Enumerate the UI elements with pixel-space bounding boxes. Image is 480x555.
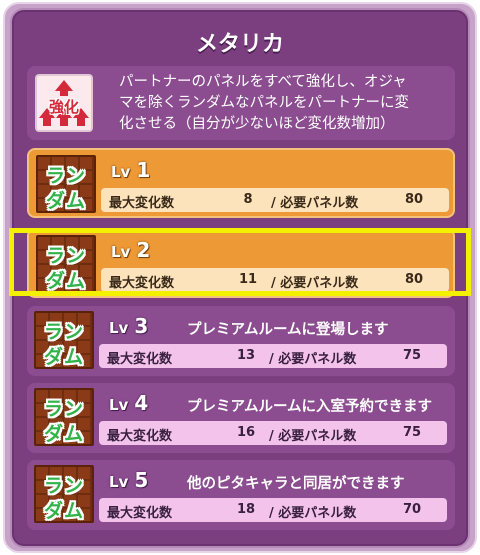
max-change-value: 18 [236, 502, 256, 517]
max-change-value: 8 [243, 192, 253, 207]
random-label-line2: ダム [43, 423, 84, 445]
random-label-line2: ダム [43, 500, 84, 522]
level-row-1: ラン ダム Lv 1 最大変化数 8 / 必要パネル数 80 [27, 148, 455, 218]
level-stats: 最大変化数 13 / 必要パネル数 75 [99, 344, 447, 368]
random-label-line1: ラン [43, 475, 84, 497]
lv-label: Lv [109, 473, 129, 491]
lv-label: Lv [111, 163, 131, 181]
skill-description-box: 強化 パートナーのパネルをすべて強化し、オジャ マを除くランダムなパネルをパート… [27, 66, 455, 140]
power-up-icon: 強化 [35, 74, 93, 132]
lv-number: 4 [134, 391, 149, 415]
random-panel-icon: ラン ダム [34, 465, 94, 523]
random-label-line2: ダム [45, 190, 86, 212]
lv-number: 3 [134, 314, 149, 338]
required-panels-label: / 必要パネル数 [269, 429, 357, 444]
description-line: マを除くランダムなパネルをパートナーに変 [119, 95, 409, 111]
max-change-label: 最大変化数 [107, 429, 173, 444]
lv-number: 5 [134, 468, 149, 492]
random-panel-icon: ラン ダム [36, 155, 96, 213]
max-change-label: 最大変化数 [107, 352, 173, 367]
random-label-line2: ダム [43, 346, 84, 368]
required-panels-label: / 必要パネル数 [271, 196, 359, 211]
page-title: メタリカ [195, 32, 284, 57]
max-change-label: 最大変化数 [109, 196, 175, 211]
lv-number: 1 [136, 158, 151, 182]
level-stats: 最大変化数 16 / 必要パネル数 75 [99, 421, 447, 445]
level-indicator: Lv 5 [109, 468, 148, 492]
random-panel-icon: ラン ダム [34, 311, 94, 369]
level-indicator: Lv 3 [109, 314, 148, 338]
level-row-5: ラン ダム Lv 5 他のピタキャラと同居ができます 最大変化数 18 / 必要パ… [27, 460, 455, 530]
required-panels-label: / 必要パネル数 [269, 352, 357, 367]
description-line: パートナーのパネルをすべて強化し、オジャ [119, 74, 407, 90]
random-label-line1: ラン [45, 165, 86, 187]
max-change-label: 最大変化数 [107, 506, 173, 521]
level-row-4: ラン ダム Lv 4 プレミアムルームに入室予約できます 最大変化数 16 / 必… [27, 383, 455, 453]
lv-label: Lv [109, 319, 129, 337]
lv-label: Lv [109, 396, 129, 414]
required-panels-label: / 必要パネル数 [269, 506, 357, 521]
skill-description: パートナーのパネルをすべて強化し、オジャ マを除くランダムなパネルをパートナーに… [119, 72, 449, 135]
level-indicator: Lv 4 [109, 391, 148, 415]
random-label-line1: ラン [43, 398, 84, 420]
required-panels-value: 75 [402, 425, 422, 440]
description-line: 化させる（自分が少ないほど変化数増加） [119, 116, 395, 132]
power-up-label: 強化 [48, 98, 79, 116]
level-description: プレミアムルームに登場します [187, 322, 389, 338]
random-panel-icon: ラン ダム [34, 388, 94, 446]
level-stats: 最大変化数 8 / 必要パネル数 80 [101, 188, 449, 212]
level-stats: 最大変化数 18 / 必要パネル数 70 [99, 498, 447, 522]
max-change-value: 16 [236, 425, 256, 440]
max-change-value: 13 [236, 348, 256, 363]
required-panels-value: 80 [404, 192, 424, 207]
required-panels-value: 75 [402, 348, 422, 363]
level-row-3: ラン ダム Lv 3 プレミアムルームに登場します 最大変化数 13 / 必要パネ… [27, 306, 455, 376]
level-description: 他のピタキャラと同居ができます [187, 476, 405, 492]
level-indicator: Lv 1 [111, 158, 150, 182]
current-level-highlight [9, 228, 471, 296]
level-description: プレミアムルームに入室予約できます [187, 399, 433, 415]
required-panels-value: 70 [402, 502, 422, 517]
random-label-line1: ラン [43, 321, 84, 343]
